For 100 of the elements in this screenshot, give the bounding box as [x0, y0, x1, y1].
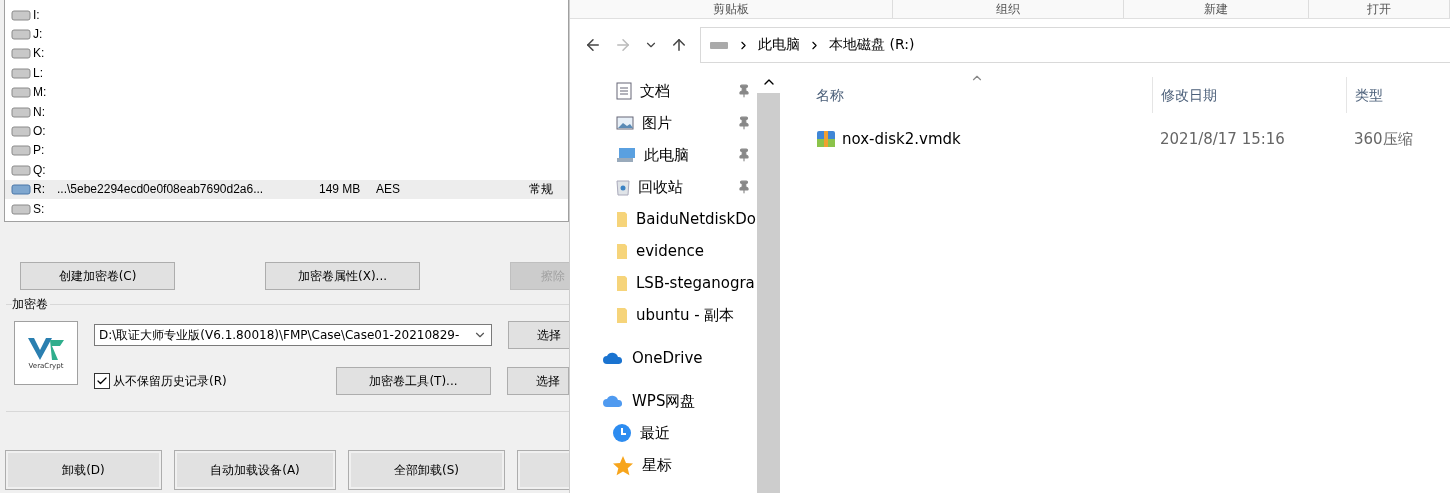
- clock-icon: [612, 423, 632, 443]
- column-header[interactable]: 名称: [808, 77, 1152, 113]
- drive-letter: S:: [33, 201, 46, 216]
- folder-icon: [616, 210, 628, 228]
- drive-icon: [11, 8, 31, 21]
- picture-icon: [616, 116, 634, 130]
- folder-icon: [616, 306, 628, 324]
- recycle-bin-icon: [616, 178, 630, 196]
- cloud-icon: [602, 351, 624, 365]
- nav-item[interactable]: WPS网盘: [570, 385, 757, 417]
- nav-item[interactable]: 文档: [570, 75, 757, 107]
- drive-row[interactable]: I:: [5, 5, 568, 25]
- nav-label: evidence: [636, 242, 705, 260]
- star-icon: [612, 454, 634, 476]
- nav-item[interactable]: OneDrive: [570, 342, 757, 374]
- encryption-algorithm: AES: [376, 182, 401, 197]
- drive-icon: [11, 144, 31, 157]
- folder-icon: [616, 274, 628, 292]
- volume-path-dropdown[interactable]: D:\取证大师专业版(V6.1.80018)\FMP\Case\Case01-20210829-: [94, 324, 492, 346]
- drive-letter: O:: [33, 124, 47, 139]
- drive-row[interactable]: L:: [5, 63, 568, 83]
- volume-tools-button[interactable]: 加密卷工具(T)...: [336, 367, 491, 395]
- drive-icon: [11, 125, 31, 138]
- drive-icon: [11, 66, 31, 79]
- drive-icon: [11, 28, 31, 41]
- nav-label: 此电脑: [644, 145, 690, 165]
- drive-row[interactable]: S:: [5, 198, 568, 219]
- archive-icon: [816, 129, 836, 149]
- nav-item[interactable]: 此电脑: [570, 139, 757, 171]
- up-icon[interactable]: [670, 36, 688, 54]
- drive-icon: [11, 105, 31, 118]
- nav-label: 最近: [640, 423, 671, 443]
- document-icon: [616, 82, 632, 100]
- file-date: 2021/8/17 15:16: [1159, 130, 1286, 148]
- drive-icon: [709, 40, 729, 50]
- nav-label: 星标: [642, 455, 673, 475]
- drive-icon: [11, 202, 31, 215]
- toolbar-button[interactable]: 加密卷属性(X)...: [265, 262, 420, 290]
- column-header[interactable]: 修改日期: [1152, 77, 1346, 113]
- drive-letter: N:: [33, 104, 46, 119]
- drive-icon: [11, 47, 31, 60]
- breadcrumb-item[interactable]: 此电脑: [758, 36, 800, 54]
- drive-letter: K:: [33, 46, 46, 61]
- toolbar-button[interactable]: 创建加密卷(C): [20, 262, 175, 290]
- nav-label: 回收站: [638, 177, 684, 197]
- logo-icon: [26, 336, 66, 362]
- checkbox[interactable]: 从不保留历史记录(R): [94, 372, 320, 390]
- back-icon[interactable]: [584, 36, 602, 54]
- nav-item[interactable]: 星标: [570, 449, 757, 481]
- nav-item[interactable]: LSB-steganogra: [570, 267, 757, 299]
- drive-row[interactable]: N:: [5, 101, 568, 122]
- address-bar[interactable]: 此电脑 本地磁盘 (R:): [700, 27, 1450, 63]
- drive-row[interactable]: P:: [5, 140, 568, 161]
- volume-size: 149 MB: [319, 182, 362, 197]
- drive-letter: R:: [33, 182, 46, 197]
- volume-type: 常规: [529, 180, 554, 198]
- drive-icon: [11, 86, 31, 99]
- volume-path: ...\5ebe2294ecd0e0f08eab7690d2a6...: [57, 182, 265, 197]
- nav-item[interactable]: 最近: [570, 417, 757, 449]
- ribbon-group-label: 新建: [1124, 0, 1309, 18]
- drive-row[interactable]: Q:: [5, 160, 568, 180]
- drive-row[interactable]: J:: [5, 24, 568, 44]
- nav-item[interactable]: BaiduNetdiskDo: [570, 203, 757, 235]
- nav-item[interactable]: 回收站: [570, 171, 757, 203]
- nav-label: OneDrive: [632, 349, 704, 367]
- action-button[interactable]: 自动加载设备(A): [174, 450, 336, 490]
- nav-label: WPS网盘: [632, 391, 697, 411]
- folder-icon: [616, 242, 628, 260]
- nav-label: LSB-steganogra: [636, 274, 756, 292]
- file-name: nox-disk2.vmdk: [842, 130, 961, 148]
- drive-letter: I:: [33, 7, 41, 22]
- nav-label: 图片: [642, 113, 673, 133]
- nav-label: BaiduNetdiskDo: [636, 210, 757, 228]
- drive-letter: Q:: [33, 162, 47, 177]
- action-button[interactable]: 全部卸载(S): [348, 450, 505, 490]
- nav-item[interactable]: evidence: [570, 235, 757, 267]
- drive-row[interactable]: K:: [5, 43, 568, 64]
- check-icon: [96, 375, 108, 387]
- nav-item[interactable]: ubuntu - 副本: [570, 299, 757, 331]
- scrollbar[interactable]: [757, 71, 780, 493]
- breadcrumb-item[interactable]: 本地磁盘 (R:): [829, 36, 915, 54]
- ribbon-group-label: 剪贴板: [570, 0, 893, 18]
- drive-letter: L:: [33, 65, 44, 80]
- drive-letter: M:: [33, 85, 48, 100]
- file-type: 360压缩: [1353, 129, 1414, 149]
- action-button[interactable]: 卸载(D): [5, 450, 162, 490]
- file-row[interactable]: nox-disk2.vmdk 2021/8/17 15:16 360压缩: [808, 123, 1450, 155]
- drive-row[interactable]: R: ...\5ebe2294ecd0e0f08eab7690d2a6... 149 MB AES 常规: [5, 179, 568, 199]
- column-header[interactable]: 类型: [1346, 77, 1446, 113]
- nav-label: ubuntu - 副本: [636, 305, 736, 325]
- nav-label: 文档: [640, 81, 671, 101]
- drive-letter: J:: [33, 27, 44, 42]
- group-title: 加密卷: [12, 296, 50, 313]
- drive-row[interactable]: M:: [5, 82, 568, 102]
- monitor-icon: [616, 147, 636, 163]
- nav-item[interactable]: 图片: [570, 107, 757, 139]
- drive-row[interactable]: O:: [5, 121, 568, 141]
- drive-letter: P:: [33, 143, 46, 158]
- select-button[interactable]: 选择: [507, 367, 569, 395]
- select-button[interactable]: 选择: [508, 321, 569, 349]
